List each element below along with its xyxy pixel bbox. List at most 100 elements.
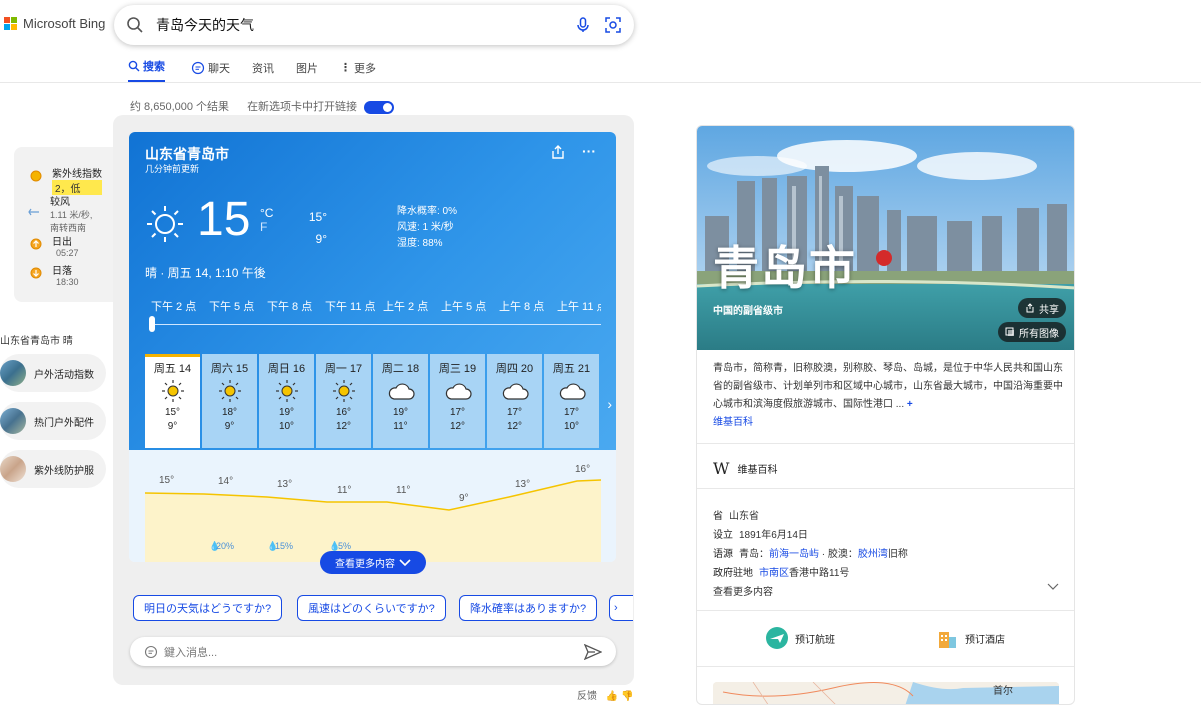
search-icon	[127, 17, 143, 33]
temp-label: 15°	[159, 475, 174, 486]
hour-label[interactable]: 下午 2 点	[151, 298, 209, 314]
divider	[697, 610, 1074, 611]
wikipedia-icon: W	[713, 459, 730, 478]
day-low: 12°	[335, 421, 352, 432]
logo-text: Microsoft Bing	[23, 16, 106, 31]
pill-label: 户外活动指数	[34, 369, 94, 381]
thumbs-down-icon[interactable]: 👎	[621, 691, 633, 702]
left-location-text: 山东省青岛市 晴	[0, 336, 73, 347]
time-slider-track[interactable]	[151, 324, 601, 325]
hour-label[interactable]: 上午 8 点	[499, 298, 557, 314]
chips-scroll-right-icon[interactable]: ›	[609, 595, 633, 621]
show-more-button[interactable]: 查看更多内容	[320, 551, 426, 574]
day-card[interactable]: 周五 21 17° 10°	[544, 354, 599, 448]
fact-link[interactable]: 胶州湾	[858, 549, 888, 560]
day-card[interactable]: 周二 18 19° 11°	[373, 354, 428, 448]
day-name: 周日 16	[267, 363, 306, 375]
share-button[interactable]: 共享	[1018, 298, 1066, 318]
visual-search-icon[interactable]	[604, 16, 622, 34]
fact-link[interactable]: 市南区	[759, 568, 789, 579]
day-low: 9°	[224, 421, 235, 432]
fact-text: 香港中路11号	[789, 568, 850, 579]
outdoor-activity-pill[interactable]: 户外活动指数	[0, 354, 106, 392]
time-slider-handle[interactable]	[149, 316, 155, 332]
more-options-icon[interactable]: ···	[582, 144, 596, 160]
sunset-icon	[30, 267, 42, 279]
uv-clothing-pill[interactable]: 紫外线防护服	[0, 450, 106, 488]
bing-logo[interactable]: Microsoft Bing	[4, 16, 105, 31]
newtab-toggle[interactable]	[364, 100, 395, 114]
day-card[interactable]: 周四 20 17° 12°	[487, 354, 542, 448]
suggestion-chip[interactable]: 風速はどのくらいですか?	[297, 595, 446, 621]
hour-label[interactable]: 下午 8 点	[267, 298, 325, 314]
share-icon[interactable]	[550, 144, 566, 160]
suggestion-chip[interactable]: 降水確率はありますか?	[459, 595, 598, 621]
tab-chat[interactable]: 聊天	[191, 58, 230, 83]
fact-text: · 胶澳：	[819, 549, 858, 560]
fact-link[interactable]: 前海一岛屿	[769, 549, 819, 560]
city-description: 青岛市，简称青，旧称胶澳，别称胶、琴岛、岛城，是位于中华人民共和国山东省的副省级…	[713, 360, 1063, 432]
sunset-time: 18:30	[56, 277, 79, 287]
book-flights-button[interactable]: 预订航班	[765, 626, 835, 650]
precip-value: 15%	[275, 541, 293, 551]
search-box[interactable]: 青岛今天的天气	[114, 5, 634, 45]
wind-label: 较风	[50, 197, 70, 208]
current-temp: 15	[197, 193, 251, 246]
temp-label: 14°	[218, 476, 233, 487]
tab-images[interactable]: 图片	[296, 58, 318, 83]
chevron-down-icon	[399, 558, 411, 566]
description-text: 青岛市，简称青，旧称胶澳，别称胶、琴岛、岛城，是位于中华人民共和国山东省的副省级…	[713, 363, 1063, 410]
wikipedia-link[interactable]: 维基百科	[713, 417, 753, 428]
feedback-area: 反馈 👍 👎	[577, 687, 633, 702]
day-card[interactable]: 周五 14 15° 9°	[145, 354, 200, 448]
tab-news[interactable]: 资讯	[252, 58, 274, 83]
show-more-label: 查看更多内容	[335, 559, 395, 570]
facts-more[interactable]: 查看更多内容	[713, 583, 1059, 598]
sunrise-time: 05:27	[56, 248, 79, 258]
expand-icon[interactable]: +	[907, 399, 913, 410]
unit-fahrenheit[interactable]: F	[260, 220, 273, 234]
day-card[interactable]: 周六 15 18° 9°	[202, 354, 257, 448]
hourly-temp-chart: 15° 14° 13° 11° 11° 9° 13° 16° 💧 20% 💧 1…	[129, 450, 616, 562]
outdoor-gear-pill[interactable]: 热门户外配件	[0, 402, 106, 440]
book-hotels-button[interactable]: 预订酒店	[935, 626, 1005, 650]
suggestion-chip[interactable]: 明日の天気はどうですか?	[133, 595, 283, 621]
sunset-label: 日落	[52, 266, 72, 277]
weather-current: 山东省青岛市 几分钟前更新 ··· 15 °C F 15° 9° 降水概率: 0…	[129, 132, 616, 450]
weather-location: 山东省青岛市	[145, 146, 229, 162]
thumbs-up-icon[interactable]: 👍	[606, 691, 618, 702]
temp-label: 11°	[396, 485, 410, 496]
fact-text: 旧称	[887, 549, 908, 560]
all-images-button[interactable]: 所有图像	[998, 322, 1066, 342]
hour-label[interactable]: 下午 5 点	[209, 298, 267, 314]
send-icon[interactable]	[584, 643, 602, 660]
tab-more[interactable]: ⋮ 更多	[340, 58, 376, 83]
day-card[interactable]: 周日 16 19° 10°	[259, 354, 314, 448]
day-low: 9°	[167, 421, 178, 432]
day-name: 周二 18	[381, 363, 420, 375]
day-name: 周三 19	[438, 363, 477, 375]
day-high: 16°	[335, 407, 352, 418]
weather-card: 山东省青岛市 几分钟前更新 ··· 15 °C F 15° 9° 降水概率: 0…	[129, 132, 616, 562]
day-card[interactable]: 周一 17 16° 12°	[316, 354, 371, 448]
sun-icon	[161, 380, 184, 402]
tab-search[interactable]: 搜索	[128, 58, 165, 83]
day-card[interactable]: 周三 19 17° 12°	[430, 354, 485, 448]
hour-label[interactable]: 下午 11 点	[325, 298, 383, 314]
sun-icon	[332, 380, 355, 402]
fact-established: 设立 1891年6月14日	[713, 526, 808, 541]
map-preview[interactable]: 首尔	[713, 682, 1059, 704]
wind-icon	[28, 208, 39, 216]
chat-input[interactable]: 鍵入消息...	[130, 637, 616, 666]
cloud-icon	[559, 383, 586, 400]
next-days-arrow-icon[interactable]: ›	[607, 396, 612, 412]
hour-label[interactable]: 上午 11 点	[557, 298, 601, 314]
hour-label[interactable]: 上午 5 点	[441, 298, 499, 314]
day-high: 17°	[449, 407, 466, 418]
wiki-source[interactable]: W 维基百科	[713, 459, 777, 478]
weather-stats: 降水概率: 0% 风速: 1 米/秒 湿度: 88%	[397, 204, 457, 252]
search-input[interactable]: 青岛今天的天气	[156, 15, 574, 35]
microphone-icon[interactable]	[574, 16, 592, 34]
hour-label[interactable]: 上午 2 点	[383, 298, 441, 314]
unit-celsius[interactable]: °C	[260, 206, 273, 220]
